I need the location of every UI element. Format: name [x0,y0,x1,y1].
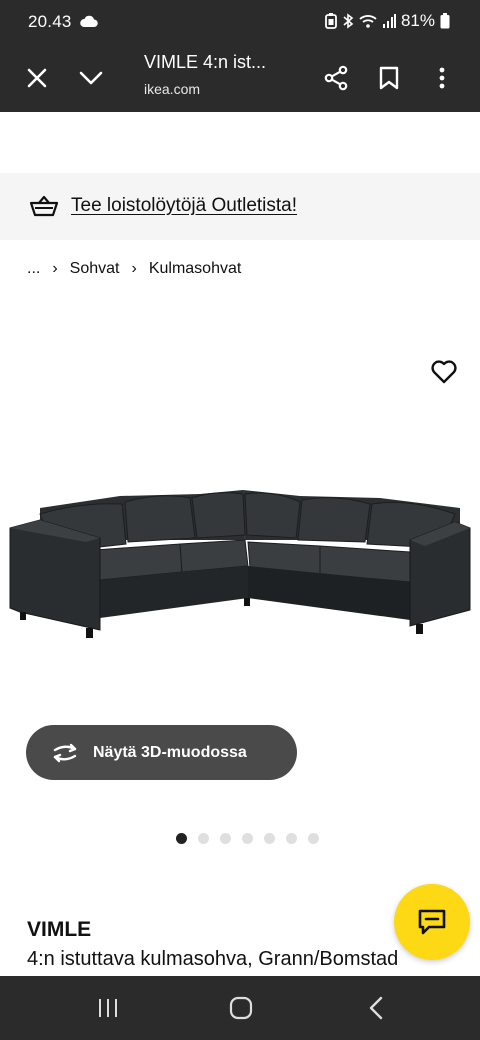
page-title: VIMLE 4:n ist... [144,52,267,72]
wifi-icon [359,15,377,28]
browser-header: 20.43 81% VIMLE 4:n ist... ikea.com [0,0,480,112]
more-icon [439,67,445,89]
breadcrumb: ... › Sohvat › Kulmasohvat [27,260,241,278]
sofa-image [9,490,471,638]
basket-icon [30,195,58,217]
more-options-button[interactable] [422,58,462,98]
breadcrumb-item-sofas[interactable]: Sohvat [70,260,120,278]
cloud-icon [80,15,98,27]
carousel-dot[interactable] [242,833,253,844]
image-carousel-dots [176,833,319,844]
carousel-dot[interactable] [220,833,231,844]
battery-saver-icon [325,13,337,29]
back-button[interactable] [356,990,396,1026]
bookmark-button[interactable] [369,58,409,98]
chevron-down-icon [79,71,103,85]
home-icon [229,996,253,1020]
breadcrumb-item-corner-sofas[interactable]: Kulmasohvat [149,260,242,278]
back-icon [369,996,383,1020]
home-button[interactable] [221,990,261,1026]
chat-icon [418,909,446,935]
carousel-dot[interactable] [286,833,297,844]
close-icon [27,68,47,88]
recents-button[interactable] [88,990,128,1026]
heart-icon[interactable] [430,358,458,386]
view-3d-button[interactable]: Näytä 3D-muodossa [26,725,297,780]
status-time: 20.43 [28,12,72,31]
breadcrumb-separator: › [52,260,58,277]
carousel-dot[interactable] [176,833,187,844]
share-icon [324,65,348,91]
carousel-dot[interactable] [264,833,275,844]
carousel-dot[interactable] [198,833,209,844]
page-url: ikea.com [144,81,201,97]
system-nav-bar [0,976,480,1040]
carousel-dot[interactable] [308,833,319,844]
share-button[interactable] [316,58,356,98]
custom-tab-bar: VIMLE 4:n ist... ikea.com [0,44,480,112]
chat-button[interactable] [394,884,470,960]
outlet-banner[interactable]: Tee loistolöytöjä Outletista! [0,173,480,240]
view-3d-label: Näytä 3D-muodossa [93,743,247,761]
close-button[interactable] [17,58,57,98]
bluetooth-icon [343,13,354,29]
minimize-button[interactable] [71,58,111,98]
signal-icon [382,14,396,28]
status-icons: 81% [325,11,450,31]
battery-percent: 81% [400,11,435,30]
rotate-3d-icon [53,743,77,762]
bookmark-icon [379,66,399,90]
battery-icon [440,13,450,29]
product-name: VIMLE [27,918,92,941]
breadcrumb-separator: › [131,260,137,277]
product-description: 4:n istuttava kulmasohva, Grann/Bomstad [27,948,399,970]
recents-icon [99,999,117,1017]
status-bar: 20.43 81% [0,0,480,44]
breadcrumb-ellipsis[interactable]: ... [27,260,40,278]
outlet-link[interactable]: Tee loistolöytöjä Outletista! [71,195,297,217]
